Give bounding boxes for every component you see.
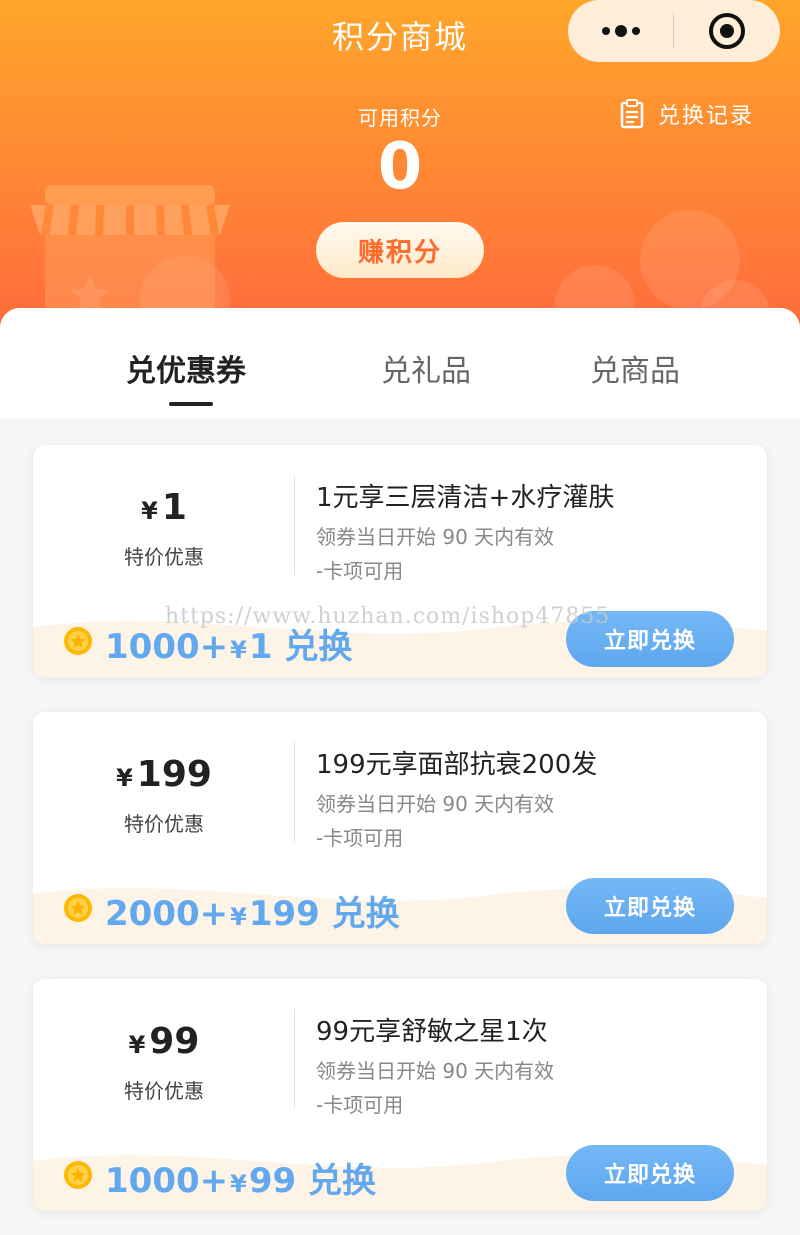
coupon-card: ¥99 特价优惠 99元享舒敏之星1次 领券当日开始 90 天内有效 -卡项可用… (33, 979, 767, 1211)
coupon-panel: 兑优惠券 兑礼品 兑商品 ¥1 特价优惠 1元享三层清洁+水疗灌肤 领券当日开始… (0, 308, 800, 1235)
points-value: 0 (377, 130, 423, 204)
card-divider (294, 475, 295, 575)
coupon-card: ¥199 特价优惠 199元享面部抗衰200发 领券当日开始 90 天内有效 -… (33, 712, 767, 944)
coin-star-icon (64, 627, 92, 655)
close-button[interactable] (674, 0, 779, 62)
currency-symbol: ¥ (116, 764, 133, 792)
cost-points: 2000+ (105, 894, 229, 934)
cost-suffix: 兑换 (284, 627, 353, 667)
active-tab-indicator (169, 402, 213, 406)
tab-products[interactable]: 兑商品 (590, 346, 680, 390)
redeem-button[interactable]: 立即兑换 (566, 1145, 734, 1201)
cost-points: 1000+ (105, 627, 229, 667)
price-value: 1 (161, 487, 187, 528)
card-divider (294, 742, 295, 842)
price-label: 特价优惠 (124, 812, 204, 836)
clipboard-icon (620, 99, 644, 129)
exchange-cost: 1000+¥99 兑换 (105, 1153, 376, 1202)
cost-points: 1000+ (105, 1161, 229, 1201)
price-label: 特价优惠 (124, 1079, 204, 1103)
cost-suffix: 兑换 (331, 894, 400, 934)
header-banner: 积分商城 可用积分 0 兑换记录 赚积分 (0, 0, 800, 340)
more-menu-button[interactable] (568, 0, 673, 62)
exchange-history-label: 兑换记录 (658, 104, 755, 129)
exchange-history-link[interactable]: 兑换记录 (620, 96, 754, 132)
coupon-validity: 领券当日开始 90 天内有效 (316, 792, 555, 816)
price-value: 99 (149, 1021, 200, 1062)
coin-star-icon (64, 894, 92, 922)
coupon-scope: -卡项可用 (316, 826, 404, 850)
earn-points-button[interactable]: 赚积分 (316, 222, 484, 278)
more-dots-icon (601, 25, 640, 37)
category-tabs: 兑优惠券 兑礼品 兑商品 (0, 308, 800, 418)
tab-gifts[interactable]: 兑礼品 (381, 346, 471, 390)
coupon-price: ¥199 (33, 754, 295, 795)
coupon-validity: 领券当日开始 90 天内有效 (316, 525, 555, 549)
coupon-scope: -卡项可用 (316, 1093, 404, 1117)
coupon-scope: -卡项可用 (316, 559, 404, 583)
cost-currency: ¥ (230, 636, 247, 664)
target-close-icon (708, 13, 745, 49)
coupon-card: ¥1 特价优惠 1元享三层清洁+水疗灌肤 领券当日开始 90 天内有效 -卡项可… (33, 445, 767, 677)
watermark-text: https://www.huzhan.com/ishop47855 (165, 604, 611, 629)
cost-suffix: 兑换 (308, 1161, 376, 1201)
coupon-title: 1元享三层清洁+水疗灌肤 (316, 483, 615, 513)
currency-symbol: ¥ (128, 1031, 146, 1059)
coupon-price: ¥1 (33, 487, 295, 528)
price-value: 199 (136, 754, 212, 795)
mini-program-capsule (568, 0, 780, 62)
cost-currency: ¥ (230, 903, 247, 931)
tab-coupons[interactable]: 兑优惠券 (126, 346, 246, 390)
currency-symbol: ¥ (141, 497, 158, 525)
card-divider (294, 1009, 295, 1109)
exchange-cost: 2000+¥199 兑换 (105, 886, 400, 935)
coupon-validity: 领券当日开始 90 天内有效 (316, 1059, 555, 1083)
coupon-title: 199元享面部抗衰200发 (316, 750, 598, 780)
coin-star-icon (64, 1161, 92, 1189)
price-label: 特价优惠 (124, 545, 204, 569)
cost-price: 1 (248, 627, 273, 667)
coupon-price: ¥99 (33, 1021, 295, 1062)
redeem-button[interactable]: 立即兑换 (566, 878, 734, 934)
cost-currency: ¥ (230, 1170, 247, 1198)
cost-price: 99 (248, 1161, 297, 1201)
coupon-title: 99元享舒敏之星1次 (316, 1017, 548, 1047)
cost-price: 199 (248, 894, 320, 934)
